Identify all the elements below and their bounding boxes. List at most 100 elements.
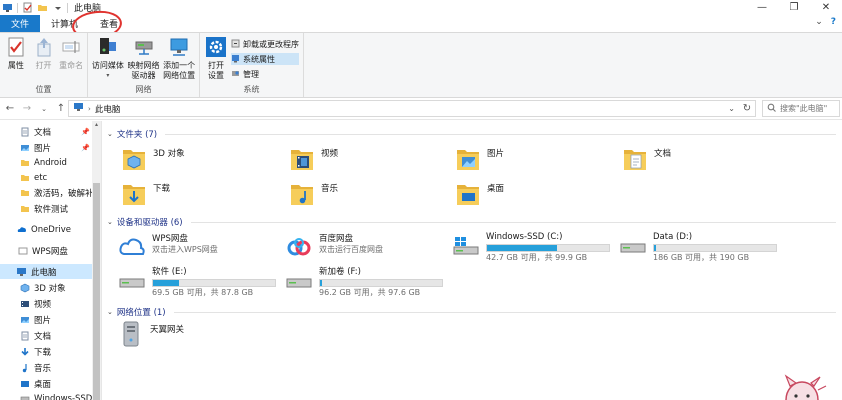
map-network-drive-label: 映射网络 驱动器 (127, 61, 160, 80)
sidebar-item[interactable]: etc (0, 170, 92, 185)
sidebar-item[interactable]: 此电脑 (0, 264, 92, 279)
collapse-chevron-icon[interactable]: ⌄ (107, 308, 113, 316)
folder-label: 音乐 (321, 184, 339, 194)
windows-drive-icon (452, 232, 480, 260)
sidebar-item[interactable]: 图片 (0, 312, 92, 327)
sidebar-item[interactable]: 激活码，破解补丁 (0, 185, 92, 200)
address-bar[interactable]: › 此电脑 ⌄ (68, 100, 756, 117)
add-network-location-label: 添加一个 网络位置 (163, 61, 196, 80)
breadcrumb-separator-icon[interactable]: › (88, 105, 91, 113)
breadcrumb-this-pc[interactable]: 此电脑 (95, 103, 121, 115)
window-controls: — ❐ ✕ (746, 0, 842, 15)
music-icon (20, 363, 30, 373)
folder-icon (20, 204, 30, 214)
ribbon-tabs: 文件 计算机 查看 ⌄ ? (0, 15, 842, 32)
sidebar-item[interactable]: 视频 (0, 296, 92, 311)
search-input[interactable]: 搜索"此电脑" (762, 100, 840, 117)
folders-section-header[interactable]: ⌄ 文件夹 (7) (107, 128, 842, 140)
network-section-label: 网络位置 (1) (116, 308, 166, 318)
sidebar-item[interactable]: Windows-SSD ( (0, 391, 92, 400)
device-detail: 186 GB 可用，共 190 GB (653, 253, 750, 262)
folder-tile[interactable]: 视频 (289, 144, 338, 174)
uninstall-programs-button[interactable]: 卸载或更改程序 (231, 38, 299, 50)
search-placeholder: 搜索"此电脑" (780, 104, 828, 113)
device-tile[interactable]: 百度网盘 双击运行百度网盘 (285, 234, 383, 262)
folder-label: 下载 (153, 184, 171, 194)
manage-button[interactable]: 管理 (231, 68, 299, 80)
sidebar-item[interactable]: WPS网盘 (0, 243, 92, 258)
refresh-button[interactable]: ↻ (738, 100, 756, 117)
quick-access-toolbar (0, 0, 68, 15)
back-arrow-icon[interactable]: ← (3, 102, 17, 116)
sidebar-item-label: 图片 (34, 143, 52, 154)
new-folder-quick-icon[interactable] (37, 2, 48, 13)
download-icon (20, 347, 30, 357)
navigation-bar: ← → ⌄ ↑ › 此电脑 ⌄ ↻ 搜索"此电脑" (0, 98, 842, 120)
device-name: WPS网盘 (152, 234, 188, 244)
folder-tile[interactable]: 文档 (622, 144, 671, 174)
folder-tile[interactable]: 3D 对象 (121, 144, 185, 174)
address-dropdown-icon[interactable]: ⌄ (728, 101, 735, 116)
drive-usage-bar (653, 244, 777, 252)
tab-view[interactable]: 查看 (89, 15, 129, 32)
open-icon (33, 36, 55, 58)
sidebar-item[interactable]: 音乐 (0, 360, 92, 375)
device-tile[interactable]: Data (D:) 186 GB 可用，共 190 GB (619, 232, 777, 263)
downloads-folder-icon (121, 179, 147, 209)
sidebar-item[interactable]: 下载 (0, 344, 92, 359)
properties-icon (5, 36, 27, 58)
network-location-tile[interactable]: 天翼网关 (118, 320, 184, 350)
system-properties-button[interactable]: 系统属性 (231, 53, 299, 65)
document-icon (20, 331, 30, 341)
device-tile[interactable]: Windows-SSD (C:) 42.7 GB 可用，共 99.9 GB (452, 232, 610, 263)
desktop-icon (20, 379, 30, 389)
device-detail: 双击进入WPS网盘 (152, 245, 218, 254)
tab-file[interactable]: 文件 (0, 15, 41, 32)
network-section-header[interactable]: ⌄ 网络位置 (1) (107, 306, 842, 318)
device-tile[interactable]: 新加卷 (F:) 96.2 GB 可用，共 97.6 GB (285, 267, 443, 298)
close-button[interactable]: ✕ (810, 0, 842, 15)
forward-arrow-icon[interactable]: → (20, 102, 34, 116)
settings-gear-icon (205, 36, 227, 58)
folder-tile[interactable]: 图片 (455, 144, 504, 174)
folder-tile[interactable]: 桌面 (455, 179, 504, 209)
minimize-button[interactable]: — (746, 0, 778, 15)
scroll-up-icon[interactable]: ▴ (92, 121, 101, 130)
sidebar-item[interactable]: 软件测试 (0, 201, 92, 216)
navigation-scrollbar[interactable]: ▴ (92, 121, 101, 400)
properties-quick-icon[interactable] (22, 2, 33, 13)
maximize-button[interactable]: ❐ (778, 0, 810, 15)
customize-dropdown-icon[interactable] (52, 2, 63, 13)
sidebar-item[interactable]: 图片 📌 (0, 140, 92, 155)
sidebar-item[interactable]: OneDrive (0, 222, 92, 237)
section-divider (173, 311, 836, 313)
recent-locations-icon[interactable]: ⌄ (37, 102, 51, 116)
drive-usage-bar (152, 279, 276, 287)
scroll-thumb[interactable] (93, 183, 100, 400)
section-divider (190, 221, 836, 223)
ribbon-controls: ⌄ ? (815, 17, 836, 27)
sidebar-item[interactable]: 文档 (0, 328, 92, 343)
device-name: 百度网盘 (319, 234, 354, 244)
folder-tile[interactable]: 下载 (121, 179, 170, 209)
up-arrow-icon[interactable]: ↑ (54, 102, 68, 116)
folder-tile[interactable]: 音乐 (289, 179, 338, 209)
sidebar-item-label: 3D 对象 (34, 283, 66, 294)
ribbon-expand-icon[interactable]: ⌄ (815, 17, 823, 27)
network-drive-icon (133, 36, 155, 58)
sidebar-item[interactable]: 文档 📌 (0, 124, 92, 139)
tab-computer[interactable]: 计算机 (40, 15, 89, 32)
device-tile[interactable]: 软件 (E:) 69.5 GB 可用，共 87.8 GB (118, 267, 276, 298)
sidebar-item-label: 音乐 (34, 363, 52, 374)
sidebar-item-label: 软件测试 (34, 204, 69, 215)
device-tile[interactable]: WPS网盘 双击进入WPS网盘 (118, 234, 218, 262)
system-group: 打开 设置 卸载或更改程序 系统属性 管理 系统 (200, 33, 304, 97)
sidebar-item[interactable]: 桌面 (0, 376, 92, 391)
collapse-chevron-icon[interactable]: ⌄ (107, 130, 113, 138)
devices-section-header[interactable]: ⌄ 设备和驱动器 (6) (107, 216, 842, 228)
sidebar-item[interactable]: 3D 对象 (0, 280, 92, 295)
collapse-chevron-icon[interactable]: ⌄ (107, 218, 113, 226)
help-icon[interactable]: ? (831, 17, 836, 27)
wps-drive-icon (18, 246, 28, 256)
sidebar-item[interactable]: Android (0, 155, 92, 170)
